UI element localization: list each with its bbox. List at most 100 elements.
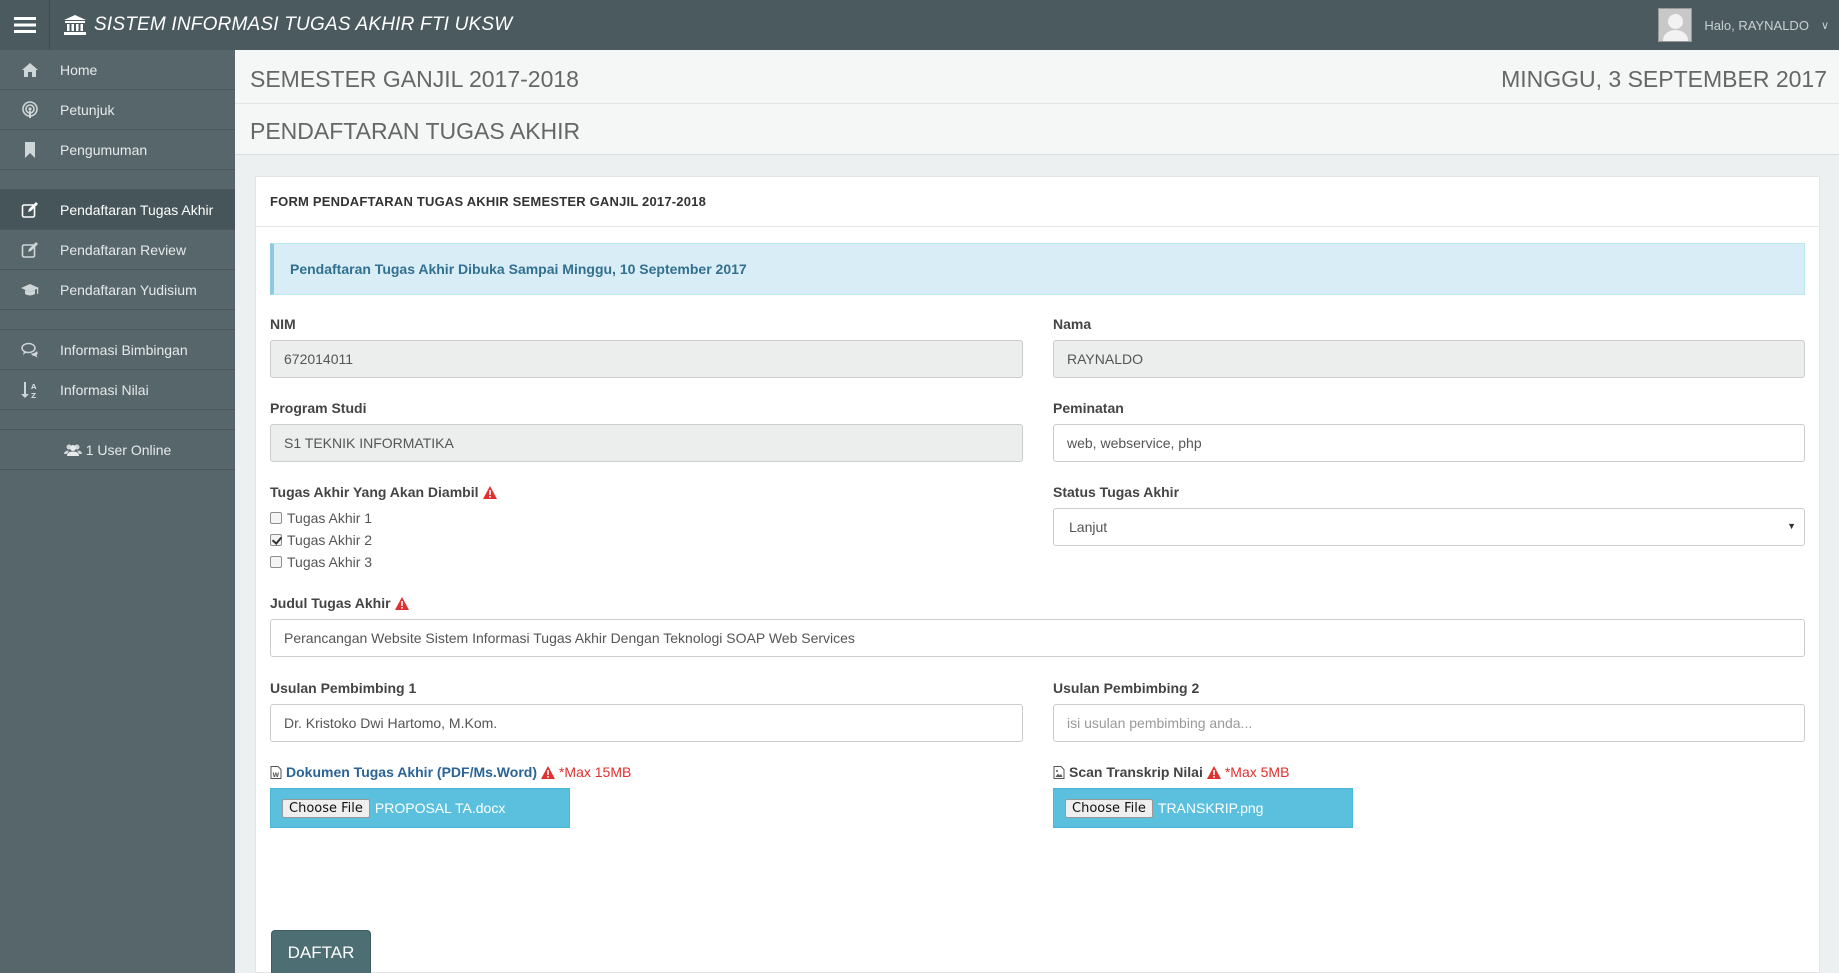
sidebar-item-pendaftaran-review[interactable]: Pendaftaran Review: [0, 230, 235, 270]
pembimbing1-label: Usulan Pembimbing 1: [270, 680, 416, 696]
nama-label: Nama: [1053, 316, 1091, 332]
checkbox-tugas-akhir-2[interactable]: Tugas Akhir 2: [270, 532, 372, 548]
program-studi-label-text: Program Studi: [270, 400, 367, 416]
checkbox-box[interactable]: [270, 534, 282, 546]
judul-label: Judul Tugas Akhir: [270, 595, 409, 611]
warning-icon: [1206, 765, 1221, 779]
checkbox-tugas-akhir-1[interactable]: Tugas Akhir 1: [270, 510, 372, 526]
info-alert: Pendaftaran Tugas Akhir Dibuka Sampai Mi…: [270, 243, 1805, 295]
page-header: SEMESTER GANJIL 2017-2018 MINGGU, 3 SEPT…: [235, 50, 1839, 155]
current-date: MINGGU, 3 SEPTEMBER 2017: [1501, 66, 1827, 92]
daftar-submit-button[interactable]: DAFTAR: [271, 930, 371, 973]
podcast-icon: [0, 100, 60, 119]
tugas-akhir-label-text: Tugas Akhir Yang Akan Diambil: [270, 484, 479, 500]
bookmark-icon: [0, 141, 60, 159]
nama-label-text: Nama: [1053, 316, 1092, 332]
sidebar: Home Petunjuk Pengumuman Pendaftaran Tug…: [0, 50, 235, 973]
app-title: SISTEM INFORMASI TUGAS AKHIR FTI UKSW: [94, 14, 513, 35]
sidebar-item-label: Informasi Nilai: [60, 381, 149, 398]
online-users-indicator: 1 User Online: [0, 430, 235, 470]
file-word-icon: W: [270, 765, 282, 779]
sidebar-item-home[interactable]: Home: [0, 50, 235, 90]
header-divider: [235, 103, 1839, 104]
graduation-cap-icon: [0, 281, 60, 299]
home-icon: [0, 61, 60, 79]
sidebar-item-label: Pengumuman: [60, 141, 148, 158]
avatar: [1658, 8, 1693, 42]
choose-file-button[interactable]: Choose File: [1065, 798, 1153, 818]
comments-icon: [0, 341, 60, 359]
svg-text:Z: Z: [31, 392, 36, 399]
file-image-icon: [1053, 765, 1065, 779]
menu-toggle-button[interactable]: [0, 0, 50, 50]
app-brand[interactable]: SISTEM INFORMASI TUGAS AKHIR FTI UKSW: [64, 0, 512, 50]
pembimbing1-field[interactable]: Dr. Kristoko Dwi Hartomo, M.Kom.: [270, 704, 1023, 742]
hamburger-icon: [13, 17, 36, 33]
sidebar-item-pendaftaran-tugas-akhir[interactable]: Pendaftaran Tugas Akhir: [0, 190, 235, 230]
peminatan-label-text: Peminatan: [1053, 400, 1124, 416]
transkrip-label: Scan Transkrip Nilai *Max 5MB: [1053, 764, 1289, 780]
judul-field[interactable]: Perancangan Website Sistem Informasi Tug…: [270, 619, 1805, 657]
university-icon: [64, 15, 86, 35]
svg-text:W: W: [273, 772, 280, 779]
judul-label-text: Judul Tugas Akhir: [270, 595, 391, 611]
checkbox-label: Tugas Akhir 1: [287, 510, 373, 526]
semester-label: SEMESTER GANJIL 2017-2018: [250, 66, 579, 92]
dokumen-label: W Dokumen Tugas Akhir (PDF/Ms.Word) *Max…: [270, 764, 631, 780]
sidebar-item-petunjuk[interactable]: Petunjuk: [0, 90, 235, 130]
status-label: Status Tugas Akhir: [1053, 484, 1179, 500]
panel-heading: FORM PENDAFTARAN TUGAS AKHIR SEMESTER GA…: [256, 177, 1819, 227]
dokumen-file-input[interactable]: Choose File PROPOSAL TA.docx: [270, 788, 570, 828]
top-navbar: SISTEM INFORMASI TUGAS AKHIR FTI UKSW Ha…: [0, 0, 1839, 50]
sidebar-item-pengumuman[interactable]: Pengumuman: [0, 130, 235, 170]
user-menu[interactable]: Halo, RAYNALDO ∨: [1658, 0, 1829, 50]
transkrip-size-note: *Max 5MB: [1224, 764, 1290, 780]
nama-field[interactable]: RAYNALDO: [1053, 340, 1805, 378]
warning-icon: [540, 765, 555, 779]
status-select[interactable]: Lanjut ▼: [1053, 508, 1805, 546]
users-icon: [63, 444, 82, 456]
sidebar-item-label: Informasi Bimbingan: [60, 341, 188, 358]
status-label-text: Status Tugas Akhir: [1053, 484, 1180, 500]
pembimbing2-label-text: Usulan Pembimbing 2: [1053, 680, 1200, 696]
online-users-text: 1 User Online: [85, 441, 172, 458]
edit-icon: [0, 241, 60, 259]
nim-label: NIM: [270, 316, 296, 332]
selected-file-name: TRANSKRIP.png: [1157, 800, 1264, 816]
sidebar-item-label: Pendaftaran Tugas Akhir: [60, 201, 214, 218]
tugas-akhir-label: Tugas Akhir Yang Akan Diambil: [270, 484, 497, 500]
sort-alpha-icon: AZ: [0, 381, 60, 399]
pembimbing2-field[interactable]: isi usulan pembimbing anda...: [1053, 704, 1805, 742]
transkrip-label-text: Scan Transkrip Nilai: [1069, 764, 1203, 780]
warning-icon: [394, 596, 409, 610]
registration-form-panel: FORM PENDAFTARAN TUGAS AKHIR SEMESTER GA…: [255, 176, 1820, 973]
nim-field[interactable]: 672014011: [270, 340, 1023, 378]
user-greeting: Halo, RAYNALDO: [1704, 17, 1809, 33]
pembimbing1-label-text: Usulan Pembimbing 1: [270, 680, 417, 696]
sidebar-item-label: Petunjuk: [60, 101, 115, 118]
sidebar-item-pendaftaran-yudisium[interactable]: Pendaftaran Yudisium: [0, 270, 235, 310]
sidebar-item-informasi-nilai[interactable]: AZ Informasi Nilai: [0, 370, 235, 410]
dokumen-size-note: *Max 15MB: [558, 764, 632, 780]
peminatan-field[interactable]: web, webservice, php: [1053, 424, 1805, 462]
sidebar-item-label: Home: [60, 61, 98, 78]
choose-file-button[interactable]: Choose File: [282, 798, 370, 818]
checkbox-label: Tugas Akhir 2: [287, 532, 373, 548]
peminatan-label: Peminatan: [1053, 400, 1124, 416]
checkbox-box[interactable]: [270, 556, 282, 568]
dokumen-label-text: Dokumen Tugas Akhir (PDF/Ms.Word): [286, 764, 537, 780]
sidebar-divider: [0, 170, 235, 190]
edit-icon: [0, 201, 60, 219]
nim-label-text: NIM: [270, 316, 296, 332]
sidebar-item-informasi-bimbingan[interactable]: Informasi Bimbingan: [0, 330, 235, 370]
status-selected-value: Lanjut: [1069, 519, 1108, 535]
pembimbing2-label: Usulan Pembimbing 2: [1053, 680, 1199, 696]
checkbox-tugas-akhir-3[interactable]: Tugas Akhir 3: [270, 554, 372, 570]
program-studi-label: Program Studi: [270, 400, 366, 416]
sidebar-divider: [0, 310, 235, 330]
checkbox-box[interactable]: [270, 512, 282, 524]
page-title: PENDAFTARAN TUGAS AKHIR: [250, 118, 581, 144]
warning-icon: [482, 485, 497, 499]
program-studi-field[interactable]: S1 TEKNIK INFORMATIKA: [270, 424, 1023, 462]
transkrip-file-input[interactable]: Choose File TRANSKRIP.png: [1053, 788, 1353, 828]
